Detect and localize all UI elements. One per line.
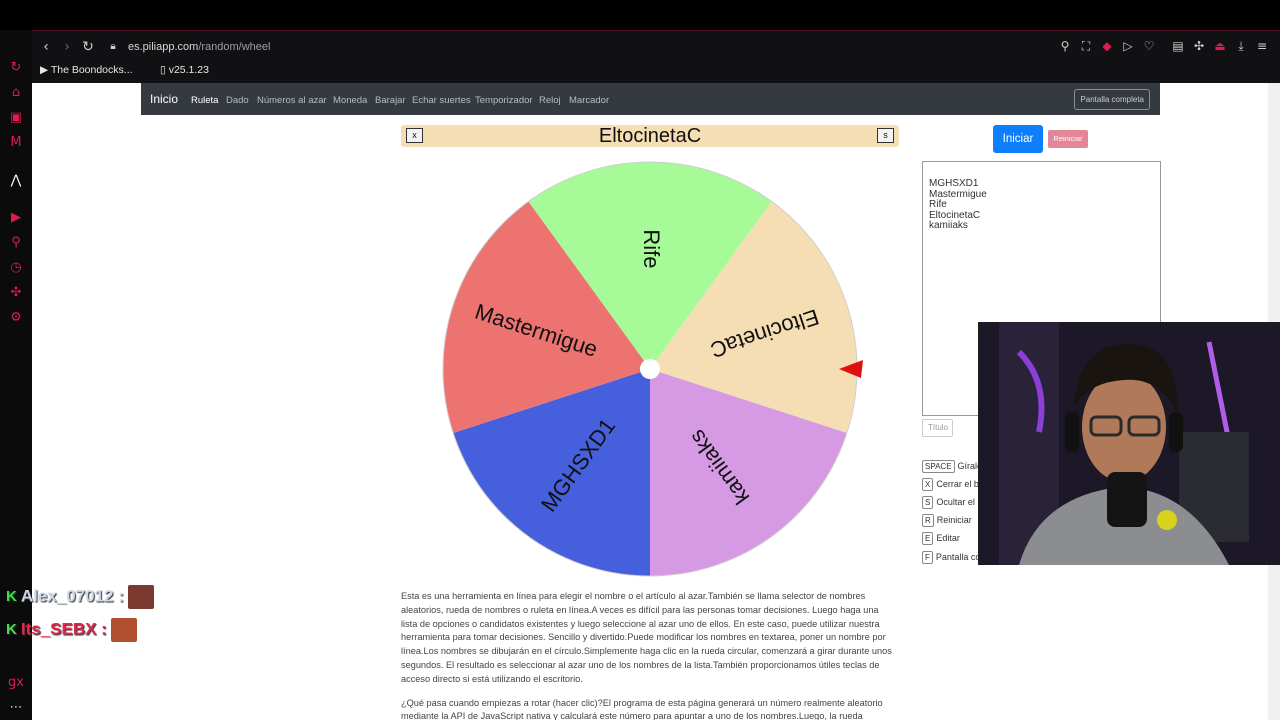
wheel-title-bar: EltocinetaC x s [401, 125, 899, 147]
hotkey-row: E Editar [922, 531, 960, 545]
close-title-button[interactable]: x [406, 128, 423, 143]
extensions-icon[interactable]: ✣ [8, 285, 24, 301]
menu-icon[interactable]: ≡ [1255, 39, 1269, 53]
hotkey-label: Editar [936, 533, 960, 543]
stream-chat-overlay: K Alex_07012 : K Its_SEBX : [0, 585, 200, 645]
name-entry: Rife [929, 199, 947, 210]
description-paragraph: ¿Qué pasa cuando empiezas a rotar (hacer… [401, 697, 883, 720]
name-entry: MGHSXD1 [929, 178, 979, 189]
streamer-webcam-overlay [978, 322, 1280, 565]
hotkey-label: Reiniciar [936, 515, 972, 525]
more-icon[interactable]: ⋯ [8, 700, 24, 716]
url-host: es.piliapp.com [128, 41, 199, 53]
kick-icon: K [6, 621, 17, 639]
hide-title-button[interactable]: s [877, 128, 894, 143]
hotkey-row: X Cerrar el b [922, 477, 979, 491]
send-icon[interactable]: ▷ [1121, 39, 1135, 53]
address-bar[interactable]: es.piliapp.com/random/wheel [128, 39, 270, 55]
webcam-image [979, 322, 1280, 565]
start-button[interactable]: Iniciar [993, 125, 1043, 153]
download-icon[interactable]: ⤓ [1234, 39, 1248, 53]
hotkey-key: X [922, 478, 934, 491]
clock-icon[interactable]: ◷ [8, 260, 24, 276]
chat-separator: : [118, 586, 124, 606]
mail-icon[interactable]: M [8, 135, 24, 151]
chat-username: Alex_07012 [20, 586, 114, 606]
nav-numeros[interactable]: Números al azar [257, 95, 327, 106]
chat-emote [110, 618, 137, 642]
nav-ruleta[interactable]: Ruleta [191, 95, 218, 106]
bookmark-version[interactable]: ▯ v25.1.23 [160, 63, 209, 77]
back-icon[interactable]: ‹ [38, 39, 54, 55]
hotkey-row: SPACE Gíralo [922, 459, 982, 473]
bookmark-boondocks[interactable]: ▶ The Boondocks... [40, 63, 133, 77]
hotkey-label: Cerrar el b [936, 479, 979, 489]
home-icon[interactable]: ⌂ [8, 85, 24, 101]
nav-reloj[interactable]: Reloj [539, 95, 561, 106]
url-path: /random/wheel [198, 41, 271, 53]
site-navbar: Inicio Ruleta Dado Números al azar Moned… [141, 83, 1160, 115]
fullscreen-button[interactable]: Pantalla completa [1074, 89, 1150, 110]
description-paragraph: Esta es una herramienta en línea para el… [401, 591, 892, 684]
nav-marcador[interactable]: Marcador [569, 95, 609, 106]
app-icon[interactable]: ⋀ [8, 173, 24, 189]
lock-icon: 🔒︎ [110, 41, 116, 52]
hotkey-row: R Reiniciar [922, 513, 972, 527]
kick-icon: K [6, 588, 17, 606]
wheel-result-title: EltocinetaC [598, 125, 702, 147]
bookmark-label: v25.1.23 [168, 64, 209, 76]
description-text: Esta es una herramienta en línea para el… [401, 590, 893, 720]
wallet-icon[interactable]: ▣ [8, 110, 24, 126]
wheel-segment-label: Rife [639, 229, 664, 268]
hotkey-key: R [922, 514, 934, 527]
hotkey-key: S [922, 496, 934, 509]
title-input[interactable]: Título [922, 419, 953, 437]
nav-moneda[interactable]: Moneda [333, 95, 367, 106]
wheel-center-hub [640, 359, 660, 379]
spin-wheel[interactable]: RifeEltocinetaCkamiiaksMGHSXD1Mastermigu… [440, 158, 864, 582]
player-icon[interactable]: ▤ [1171, 39, 1185, 53]
shield-icon[interactable]: ◆ [1100, 39, 1114, 53]
reset-button[interactable]: Reiniciar [1048, 130, 1088, 148]
refresh-circle-icon[interactable]: ↻ [8, 60, 24, 76]
pin-tab-icon[interactable]: ⚲ [1058, 39, 1072, 53]
snapshot-icon[interactable]: ⛶ [1079, 39, 1093, 53]
nav-barajar[interactable]: Barajar [375, 95, 406, 106]
nav-dado[interactable]: Dado [226, 95, 249, 106]
chat-separator: : [101, 619, 107, 639]
nav-echar-suertes[interactable]: Echar suertes [412, 95, 471, 106]
settings-icon[interactable]: ⚙ [8, 310, 24, 326]
hotkey-row: F Pantalla co [922, 550, 980, 564]
window-top-strip [0, 0, 1280, 30]
hotkey-key: E [922, 532, 934, 545]
reload-icon[interactable]: ↻ [80, 39, 96, 55]
chat-message: K Its_SEBX : [6, 618, 137, 642]
forward-icon[interactable]: › [59, 39, 75, 55]
bookmark-label: The Boondocks... [50, 64, 133, 76]
hotkey-key: SPACE [922, 460, 955, 473]
name-entry: Mastermigue [929, 188, 987, 200]
hotkey-label: Ocultar el [936, 497, 975, 507]
nav-temporizador[interactable]: Temporizador [475, 95, 533, 106]
hotkey-label: Pantalla co [935, 552, 981, 562]
extensions-icon[interactable]: ✣ [1192, 39, 1206, 53]
heart-icon[interactable]: ♡ [1142, 39, 1156, 53]
hotkey-key: F [922, 551, 933, 564]
play-icon[interactable]: ▶ [8, 210, 24, 226]
brand-link[interactable]: Inicio [150, 92, 178, 106]
browser-toolbar: ‹ › ↻ 🔒︎ es.piliapp.com/random/wheel ▶ T… [32, 30, 1280, 83]
chat-message: K Alex_07012 : [6, 585, 154, 609]
chat-emote [127, 585, 154, 609]
hotkey-row: S Ocultar el [922, 495, 975, 509]
gx-icon[interactable]: gx [8, 675, 24, 691]
chat-username: Its_SEBX [20, 619, 97, 639]
pin-icon[interactable]: ⚲ [8, 235, 24, 251]
vpn-icon[interactable]: ⏏ [1213, 39, 1227, 53]
name-entry: kamiiaks [929, 220, 968, 231]
